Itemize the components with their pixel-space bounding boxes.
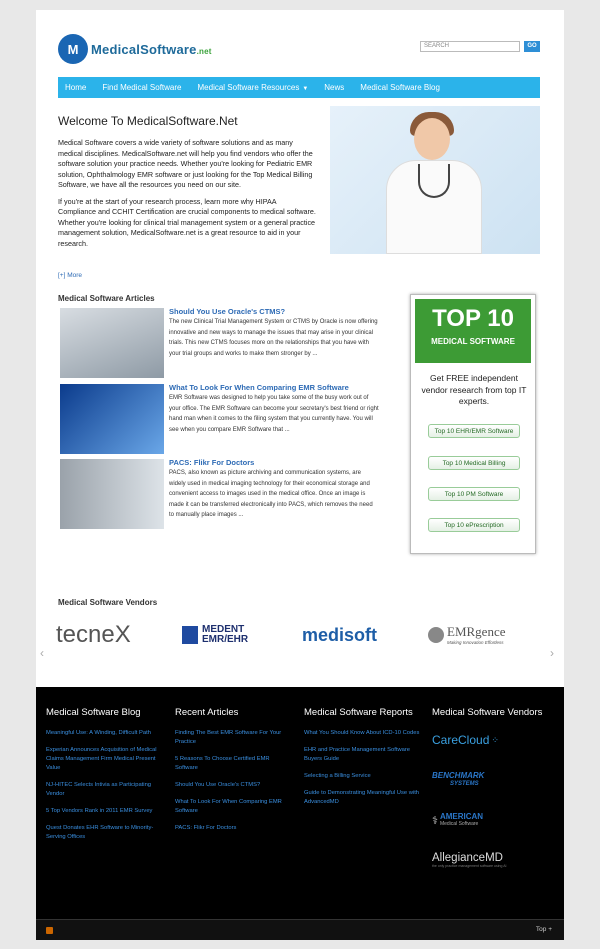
nav-news[interactable]: News <box>324 83 344 92</box>
footer-blog-column: Medical Software Blog Meaningful Use: A … <box>46 707 164 850</box>
footer-link[interactable]: Should You Use Oracle's CTMS? <box>175 781 293 790</box>
medisoft-wordmark: medisoft <box>302 624 378 645</box>
american-tagline: Medical Software <box>439 821 479 827</box>
logo-text: MedicalSoftware <box>91 41 197 57</box>
doctor-hero-image <box>330 106 540 254</box>
medent-tagline: EMR/EHR <box>202 634 249 645</box>
carecloud-dots-icon: ⁘ <box>491 734 499 745</box>
footer-link[interactable]: Finding The Best EMR Software For Your P… <box>175 729 293 747</box>
nav-resources[interactable]: Medical Software Resources ▼ <box>198 83 309 92</box>
footer-vendors-column: Medical Software Vendors CareCloud ⁘ BENC… <box>432 707 550 889</box>
article-title[interactable]: Should You Use Oracle's CTMS? <box>169 307 285 316</box>
ct-scan-image[interactable] <box>60 308 164 378</box>
top10-banner[interactable]: TOP 10 MEDICAL SOFTWARE <box>415 299 531 363</box>
caduceus-icon: ⚕ <box>432 814 438 827</box>
article-title[interactable]: What To Look For When Comparing EMR Soft… <box>169 383 349 392</box>
more-link[interactable]: [+] More <box>58 272 82 279</box>
footer-link[interactable]: EHR and Practice Management Software Buy… <box>304 746 422 764</box>
articles-heading: Medical Software Articles <box>58 294 155 303</box>
page-container: M MedicalSoftware.net SEARCH GO Home Fin… <box>36 10 564 940</box>
emrgence-globe-icon <box>428 627 444 643</box>
vendor-logo-medisoft[interactable]: medisoft <box>302 620 402 650</box>
emrgence-tagline: Making Innovation Effortless <box>447 640 504 645</box>
caduceus-icon: M <box>58 34 88 64</box>
footer-link[interactable]: Selecting a Billing Service <box>304 772 422 781</box>
article-excerpt: The new Clinical Trial Management System… <box>169 319 378 357</box>
carousel-prev-icon[interactable]: ‹ <box>40 646 44 660</box>
footer-link[interactable]: NJ-HITEC Selects Intivia as Participatin… <box>46 781 164 799</box>
vendor-logo-medent[interactable]: MEDENT EMR/EHR <box>182 620 272 650</box>
xray-image[interactable] <box>60 459 164 529</box>
allegiance-tagline: the only practice management software us… <box>432 863 507 868</box>
benchmark-wordmark: BENCHMARK <box>432 771 485 780</box>
article-item: Should You Use Oracle's CTMS? The new Cl… <box>60 307 380 378</box>
article-item: PACS: Flikr For Doctors PACS, also known… <box>60 458 380 529</box>
footer-link[interactable]: Meaningful Use: A Winding, Difficult Pat… <box>46 729 164 738</box>
footer-vendors-heading: Medical Software Vendors <box>432 707 543 718</box>
american-medical-logo[interactable]: ⚕ AMERICAN Medical Software <box>432 809 550 831</box>
site-logo[interactable]: M MedicalSoftware.net <box>58 32 218 66</box>
vendor-logo-emrgence[interactable]: EMRgence Making Innovation Effortless <box>428 620 518 650</box>
nav-find-software[interactable]: Find Medical Software <box>102 83 181 92</box>
top10-widget: TOP 10 MEDICAL SOFTWARE Get FREE indepen… <box>410 294 536 554</box>
footer: Medical Software Blog Meaningful Use: A … <box>36 687 564 940</box>
top10-billing-button[interactable]: Top 10 Medical Billing <box>428 456 520 470</box>
medent-mark-icon <box>182 626 198 644</box>
article-excerpt: EMR Software was designed to help you ta… <box>169 395 379 433</box>
article-title[interactable]: PACS: Flikr For Doctors <box>169 458 254 467</box>
footer-reports-column: Medical Software Reports What You Should… <box>304 707 422 815</box>
footer-link[interactable]: Experian Announces Acquisition of Medica… <box>46 746 164 773</box>
back-to-top-link[interactable]: Top + <box>536 926 552 933</box>
rss-icon[interactable] <box>46 927 53 934</box>
carecloud-logo[interactable]: CareCloud ⁘ <box>432 729 550 751</box>
main-nav: Home Find Medical Software Medical Softw… <box>58 77 540 98</box>
search-button[interactable]: GO <box>524 41 540 52</box>
intro-paragraph-2: If you're at the start of your research … <box>58 196 316 248</box>
allegiancemd-logo[interactable]: AllegianceMD the only practice management… <box>432 849 550 871</box>
top10-subtitle: MEDICAL SOFTWARE <box>431 337 515 346</box>
footer-link[interactable]: 5 Top Vendors Rank in 2011 EMR Survey <box>46 807 164 816</box>
page-title: Welcome To MedicalSoftware.Net <box>58 114 238 128</box>
footer-bottom-bar: Top + <box>36 919 564 940</box>
footer-link[interactable]: What You Should Know About ICD-10 Codes <box>304 729 422 738</box>
top10-title: TOP 10 <box>432 305 514 332</box>
american-wordmark: AMERICAN <box>439 812 484 821</box>
chevron-down-icon: ▼ <box>302 86 309 92</box>
nav-home[interactable]: Home <box>65 83 86 92</box>
intro-text: Medical Software covers a wide variety o… <box>58 138 316 255</box>
nav-resources-label: Medical Software Resources <box>197 83 300 92</box>
top10-eprescription-button[interactable]: Top 10 ePrescription <box>428 518 520 532</box>
logo-suffix: .net <box>196 46 212 56</box>
benchmark-tagline: SYSTEMS <box>450 781 479 787</box>
footer-link[interactable]: PACS: Flikr For Doctors <box>175 824 293 833</box>
article-excerpt: PACS, also known as picture archiving an… <box>169 470 373 518</box>
top10-copy: Get FREE independent vendor research fro… <box>421 373 527 406</box>
allegiance-wordmark: AllegianceMD <box>432 851 503 864</box>
nav-blog[interactable]: Medical Software Blog <box>360 83 440 92</box>
lab-vials-image[interactable] <box>60 384 164 454</box>
stethoscope-icon <box>418 164 450 198</box>
footer-link[interactable]: Guide to Demonstrating Meaningful Use wi… <box>304 789 422 807</box>
carousel-next-icon[interactable]: › <box>550 646 554 660</box>
footer-blog-heading: Medical Software Blog <box>46 707 141 718</box>
emrgence-wordmark: EMRgence <box>447 624 506 639</box>
vendor-logo-tecnex[interactable]: tecneX <box>56 620 146 650</box>
footer-reports-heading: Medical Software Reports <box>304 707 413 718</box>
footer-link[interactable]: Quest Donates EHR Software to Minority-S… <box>46 824 164 842</box>
search-input[interactable]: SEARCH <box>420 41 520 52</box>
footer-link[interactable]: What To Look For When Comparing EMR Soft… <box>175 798 293 816</box>
top10-pm-button[interactable]: Top 10 PM Software <box>428 487 520 501</box>
vendors-heading: Medical Software Vendors <box>58 598 158 607</box>
benchmark-logo[interactable]: BENCHMARK SYSTEMS <box>432 769 550 791</box>
carecloud-wordmark: CareCloud <box>432 733 490 747</box>
footer-recent-heading: Recent Articles <box>175 707 239 718</box>
article-item: What To Look For When Comparing EMR Soft… <box>60 383 380 454</box>
footer-link[interactable]: 5 Reasons To Choose Certified EMR Softwa… <box>175 755 293 773</box>
footer-recent-column: Recent Articles Finding The Best EMR Sof… <box>175 707 293 841</box>
intro-paragraph-1: Medical Software covers a wide variety o… <box>58 138 313 189</box>
top10-ehr-emr-button[interactable]: Top 10 EHR/EMR Software <box>428 424 520 438</box>
tecnex-wordmark: tecneX <box>56 621 131 648</box>
